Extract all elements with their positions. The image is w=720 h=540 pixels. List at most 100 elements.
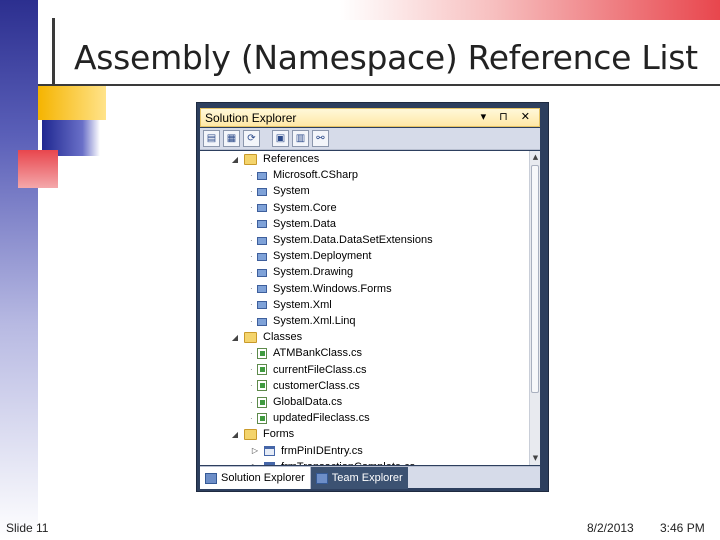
reference-icon: [257, 171, 267, 180]
tree-item[interactable]: · System.Deployment: [250, 248, 371, 264]
expander-icon[interactable]: ▷: [250, 446, 260, 455]
tree-item[interactable]: ▷ frmPinIDEntry.cs: [250, 443, 363, 459]
window-titlebar[interactable]: Solution Explorer ▾ ⊓ ✕: [200, 108, 540, 127]
expander-icon[interactable]: ◢: [230, 333, 240, 342]
tree-item-label: System: [273, 185, 310, 198]
tree-scrollbar[interactable]: ▲ ▼: [529, 151, 540, 465]
folder-icon: [244, 331, 257, 343]
tab-label: Solution Explorer: [221, 472, 305, 484]
tree-item-label: System.Windows.Forms: [273, 282, 392, 295]
tree-connector-icon: ·: [250, 251, 253, 261]
scroll-up-icon[interactable]: ▲: [531, 153, 540, 162]
tree-item[interactable]: · System.Xml.Linq: [250, 313, 356, 329]
form-file-icon: [264, 445, 275, 456]
tree-folder[interactable]: ◢ Classes: [230, 329, 302, 345]
tree-connector-icon: ·: [250, 316, 253, 326]
tree-item[interactable]: · GlobalData.cs: [250, 394, 342, 410]
slide-decoration-red-block: [18, 150, 58, 188]
expander-icon[interactable]: ◢: [230, 430, 240, 439]
refresh-icon[interactable]: ⟳: [243, 130, 260, 147]
tree-item-label: References: [263, 153, 320, 165]
tree-folder[interactable]: ◢ Forms: [230, 426, 294, 442]
slide-decoration-top-bar: [340, 0, 720, 20]
tree-connector-icon: ·: [250, 365, 253, 375]
tree-item[interactable]: · System.Xml: [250, 297, 332, 313]
slide-decoration-horizontal-line: [38, 84, 720, 86]
reference-icon: [257, 204, 267, 213]
tree-item[interactable]: · System.Windows.Forms: [250, 281, 392, 297]
window-controls[interactable]: ▾ ⊓ ✕: [481, 110, 535, 123]
tab-team-explorer[interactable]: Team Explorer: [310, 467, 408, 489]
csharp-file-icon: [257, 412, 267, 424]
tree-item-label: System.Xml.Linq: [273, 315, 356, 327]
solution-explorer-window: Solution Explorer ▾ ⊓ ✕ ▤ ▦ ⟳ ▣ ▥ ⚯ ◢ Ref…: [196, 102, 549, 492]
tree-connector-icon: ·: [250, 397, 253, 407]
csharp-file-icon: [257, 380, 267, 392]
tree-item-label: System.Xml: [273, 298, 332, 311]
folder-icon: [244, 428, 257, 440]
tree-item[interactable]: · System.Data.DataSetExtensions: [250, 232, 433, 248]
tree-item-label: customerClass.cs: [273, 379, 360, 392]
slide-number: Slide 11: [6, 521, 49, 535]
properties-icon[interactable]: ▤: [203, 130, 220, 147]
tree-item-label: ATMBankClass.cs: [273, 347, 363, 360]
tree-connector-icon: ·: [250, 203, 253, 213]
tree-connector-icon: ·: [250, 413, 253, 423]
tree-item-label: GlobalData.cs: [273, 396, 343, 408]
tree-item[interactable]: · updatedFileclass.cs: [250, 410, 370, 426]
tree-item[interactable]: · customerClass.cs: [250, 378, 360, 394]
window-title: Solution Explorer: [205, 111, 297, 125]
csharp-file-icon: [257, 364, 267, 376]
tree-item[interactable]: · Microsoft.CSharp: [250, 167, 358, 183]
scrollbar-thumb[interactable]: [531, 165, 539, 393]
tab-solution-explorer[interactable]: Solution Explorer: [200, 467, 311, 489]
show-all-files-icon[interactable]: ▦: [223, 130, 240, 147]
folder-icon: [244, 153, 257, 165]
solution-tree[interactable]: ◢ References · Microsoft.CSharp · System · Syst…: [200, 151, 529, 465]
tree-item[interactable]: ▷ frmTransactionComplete.cs: [250, 459, 415, 465]
tree-item-label: System.Data: [273, 217, 336, 230]
reference-icon: [257, 252, 267, 261]
view-designer-icon[interactable]: ▥: [292, 130, 309, 147]
slide-decoration-yellow-block: [38, 86, 106, 120]
tree-connector-icon: ·: [250, 235, 253, 245]
toolbar: ▤ ▦ ⟳ ▣ ▥ ⚯: [200, 128, 540, 150]
tree-item[interactable]: · System: [250, 183, 310, 199]
reference-icon: [257, 187, 267, 196]
tree-item-label: Microsoft.CSharp: [273, 169, 358, 182]
scroll-down-icon[interactable]: ▼: [531, 454, 540, 463]
tree-item[interactable]: · System.Core: [250, 200, 337, 216]
solution-explorer-icon: [205, 472, 217, 484]
csharp-file-icon: [257, 396, 267, 408]
tree-folder[interactable]: ◢ References: [230, 151, 319, 167]
tree-item[interactable]: · ATMBankClass.cs: [250, 345, 362, 361]
reference-icon: [257, 236, 267, 245]
team-explorer-icon: [315, 472, 328, 484]
tree-item-label: frmTransactionComplete.cs: [281, 461, 415, 465]
tree-item[interactable]: · System.Data: [250, 216, 336, 232]
view-code-icon[interactable]: ▣: [272, 130, 289, 147]
tree-item-label: System.Core: [273, 201, 337, 214]
slide-time: 3:46 PM: [660, 521, 705, 535]
reference-icon: [257, 317, 267, 326]
tree-item-label: currentFileClass.cs: [273, 363, 367, 376]
tree-connector-icon: ·: [250, 300, 253, 310]
tree-item-label: updatedFileclass.cs: [273, 412, 370, 425]
reference-icon: [257, 301, 267, 310]
expander-icon[interactable]: ◢: [230, 155, 240, 164]
tree-connector-icon: ·: [250, 267, 253, 277]
bottom-tabs: Solution Explorer Team Explorer: [200, 466, 540, 489]
tree-item[interactable]: · currentFileClass.cs: [250, 362, 367, 378]
slide-date: 8/2/2013: [587, 521, 634, 535]
tree-item-label: System.Deployment: [273, 250, 372, 263]
tree-item-label: frmPinIDEntry.cs: [281, 444, 363, 457]
csharp-file-icon: [257, 347, 267, 359]
slide-decoration-left-bar: [0, 0, 38, 540]
tree-connector-icon: ·: [250, 219, 253, 229]
tree-item-label: Classes: [263, 331, 303, 344]
reference-icon: [257, 220, 267, 229]
class-diagram-icon[interactable]: ⚯: [312, 130, 329, 147]
tree-connector-icon: ·: [250, 348, 253, 358]
tree-item[interactable]: · System.Drawing: [250, 264, 353, 280]
expander-icon[interactable]: ▷: [250, 462, 260, 465]
